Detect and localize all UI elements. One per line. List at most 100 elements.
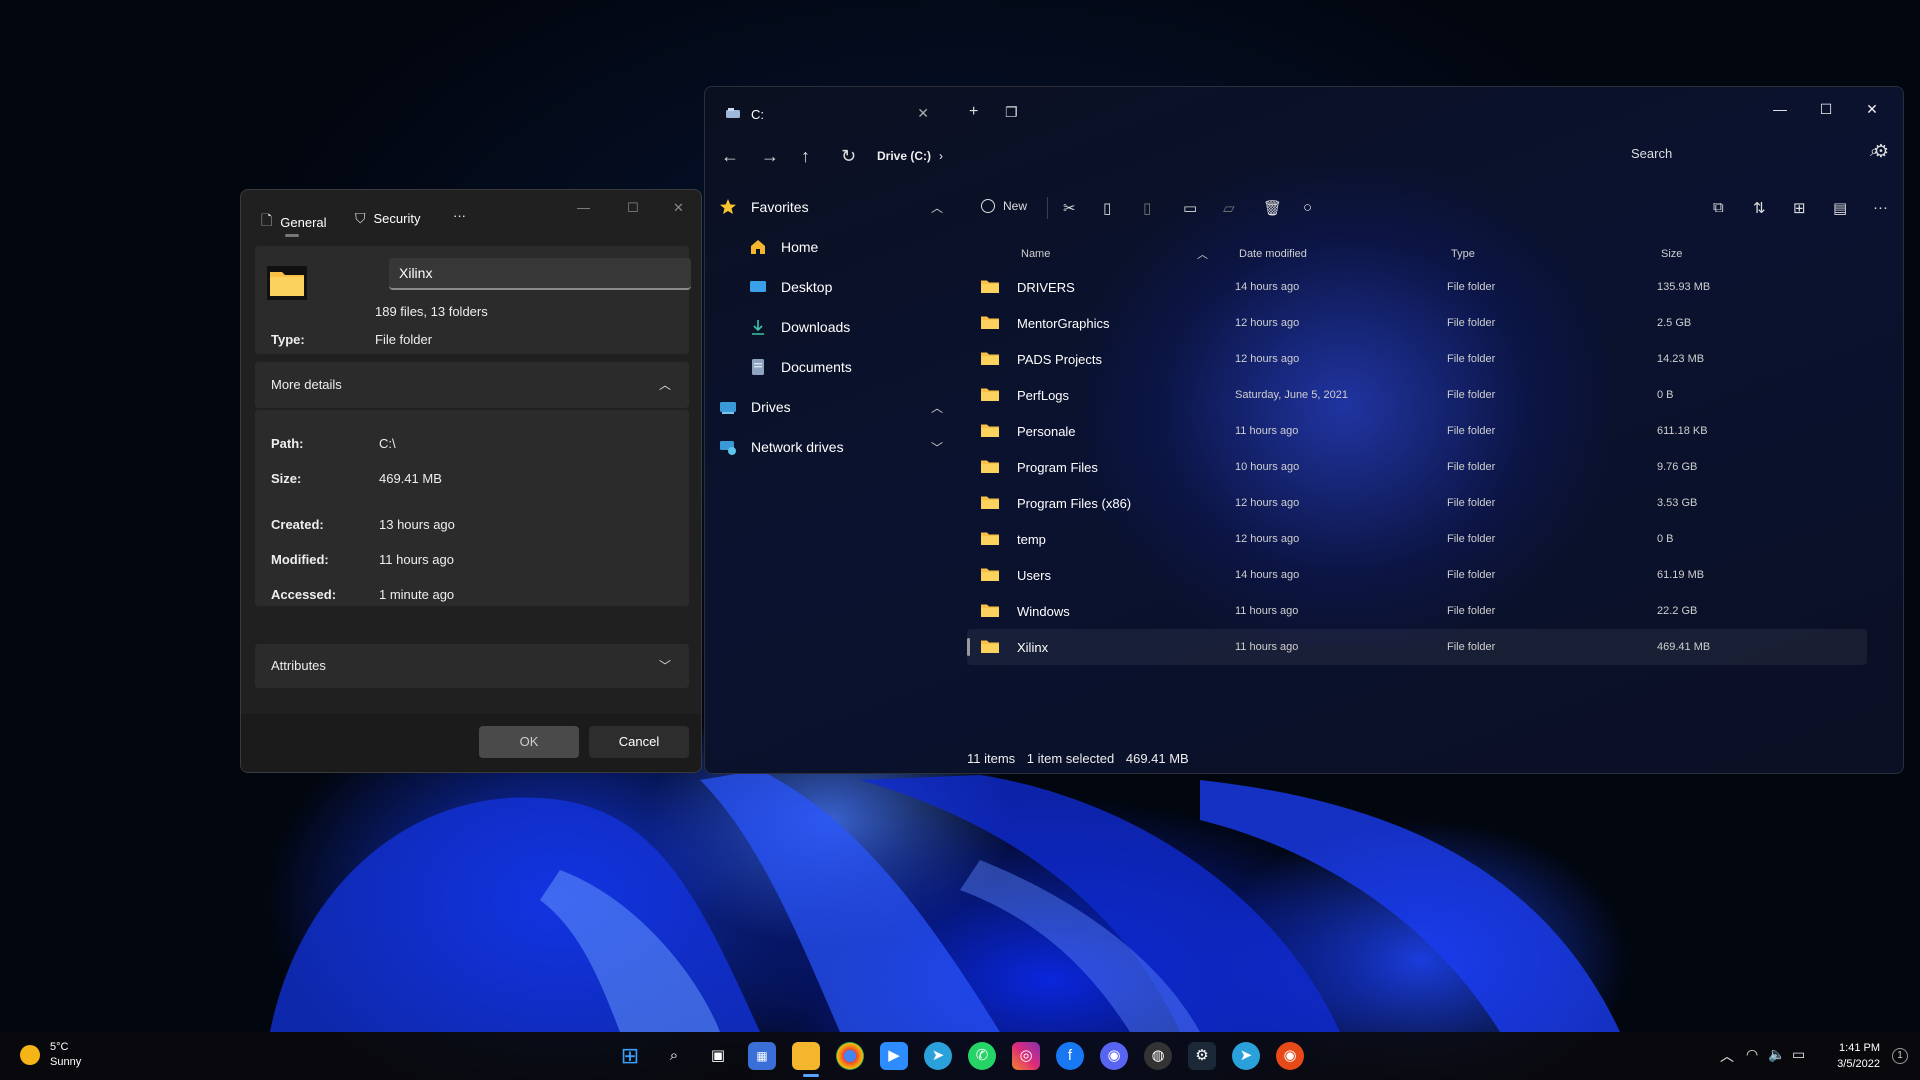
new-tab-icon[interactable]: + — [969, 103, 978, 121]
refresh-icon[interactable]: ↻ — [841, 147, 856, 165]
file-name: Program Files — [1017, 460, 1098, 475]
sidebar-item-downloads[interactable]: Downloads — [705, 307, 957, 347]
telegram-desktop-icon[interactable]: ➤ — [1232, 1042, 1260, 1070]
zoom-icon[interactable]: ▶ — [880, 1042, 908, 1070]
weather-widget[interactable]: 5°C Sunny — [20, 1040, 81, 1070]
folder-name-input[interactable]: Xilinx — [389, 258, 691, 290]
chevron-down-icon[interactable]: ﹀ — [659, 657, 671, 674]
volume-icon[interactable]: 🔈 — [1768, 1046, 1785, 1063]
chevron-up-icon[interactable]: ︿ — [931, 399, 943, 416]
file-row[interactable]: Program Files 10 hours ago File folder 9.76… — [967, 449, 1867, 485]
close-dialog-button[interactable]: ✕ — [673, 200, 684, 216]
tab-switcher-icon[interactable]: ❐ — [1005, 104, 1018, 121]
show-hidden-icons-chevron-icon[interactable]: ︿ — [1720, 1046, 1734, 1066]
maximize-button[interactable]: ☐ — [627, 200, 639, 216]
tab-general[interactable]: 🗋 General — [261, 210, 327, 237]
steam-icon[interactable]: ⚙ — [1188, 1042, 1216, 1070]
file-explorer-icon[interactable] — [792, 1042, 820, 1070]
chevron-up-icon[interactable]: ︿ — [931, 199, 943, 216]
settings-gear-icon[interactable]: ⚙ — [1873, 141, 1889, 162]
forward-arrow-icon[interactable]: → — [761, 147, 779, 165]
chrome-icon[interactable] — [836, 1042, 864, 1070]
attributes-header[interactable]: Attributes ﹀ — [255, 644, 689, 688]
column-header-name[interactable]: Name — [1021, 248, 1050, 260]
obs-icon[interactable]: ◍ — [1144, 1042, 1172, 1070]
whatsapp-icon[interactable]: ✆ — [968, 1042, 996, 1070]
breadcrumb[interactable]: Drive (C:) › — [877, 149, 943, 163]
sidebar-item-network-drives[interactable]: Network drives ﹀ — [705, 427, 957, 467]
telegram-icon[interactable]: ➤ — [924, 1042, 952, 1070]
file-row[interactable]: PADS Projects 12 hours ago File folder 14.2… — [967, 341, 1867, 377]
file-size: 0 B — [1657, 533, 1674, 545]
sort-icon[interactable]: ⇅ — [1753, 199, 1766, 217]
file-row[interactable]: Xilinx 11 hours ago File folder 469.41 MB — [967, 629, 1867, 665]
column-header-date[interactable]: Date modified — [1239, 248, 1307, 260]
rename-icon[interactable]: ▭ — [1183, 199, 1197, 217]
copy-path-icon[interactable]: ⧉ — [1713, 199, 1724, 216]
file-type: File folder — [1447, 461, 1496, 473]
sidebar-item-favorites[interactable]: Favorites ︿ — [705, 187, 957, 227]
file-row[interactable]: temp 12 hours ago File folder 0 B — [967, 521, 1867, 557]
file-row[interactable]: Users 14 hours ago File folder 61.19 MB — [967, 557, 1867, 593]
sun-icon — [20, 1045, 40, 1065]
more-details-header[interactable]: More details ︿ — [255, 362, 689, 408]
up-arrow-icon[interactable]: ↑ — [801, 147, 810, 165]
path-label: Path: — [271, 436, 304, 451]
wifi-icon[interactable]: ◠ — [1746, 1046, 1758, 1063]
sidebar-item-drives[interactable]: Drives ︿ — [705, 387, 957, 427]
file-row[interactable]: PerfLogs Saturday, June 5, 2021 File folde… — [967, 377, 1867, 413]
media-player-icon[interactable]: ◉ — [1276, 1042, 1304, 1070]
contents-summary: 189 files, 13 folders — [375, 304, 488, 319]
file-size: 3.53 GB — [1657, 497, 1698, 509]
layout-icon[interactable]: ▤ — [1833, 199, 1847, 217]
start-button-windows-icon[interactable]: ⊞ — [616, 1042, 644, 1070]
new-button[interactable]: New — [981, 199, 1027, 213]
column-header-row: Name ︿ Date modified Type Size — [967, 239, 1867, 269]
chevron-up-icon[interactable]: ︿ — [659, 376, 671, 393]
more-icon: ··· — [453, 208, 466, 223]
file-row[interactable]: Windows 11 hours ago File folder 22.2 GB — [967, 593, 1867, 629]
accessed-value: 1 minute ago — [379, 587, 455, 602]
notification-badge[interactable]: 1 — [1892, 1048, 1908, 1064]
properties-icon[interactable]: ○ — [1303, 199, 1312, 216]
maximize-button[interactable]: ☐ — [1803, 95, 1849, 123]
cut-icon[interactable]: ✂ — [1063, 199, 1076, 217]
instagram-icon[interactable]: ◎ — [1012, 1042, 1040, 1070]
more-tabs-button[interactable]: ··· — [453, 208, 466, 223]
breadcrumb-drive-c[interactable]: Drive (C:) — [877, 149, 931, 163]
battery-icon[interactable]: ▭ — [1792, 1046, 1805, 1063]
ok-button[interactable]: OK — [479, 726, 579, 758]
facebook-icon[interactable]: f — [1056, 1042, 1084, 1070]
tab-security[interactable]: ⛉ Security — [355, 210, 420, 227]
task-view-icon[interactable]: ▣ — [704, 1042, 732, 1070]
paste-icon[interactable]: ▯ — [1143, 199, 1151, 217]
tab-drive-c[interactable]: C: ✕ — [713, 95, 939, 133]
share-icon[interactable]: ▱ — [1223, 199, 1235, 217]
chevron-down-icon[interactable]: ﹀ — [931, 439, 943, 456]
store-icon[interactable]: ▦ — [748, 1042, 776, 1070]
back-arrow-icon[interactable]: ← — [721, 147, 739, 165]
search-box[interactable]: Search ⌕ — [1619, 139, 1879, 169]
group-icon[interactable]: ⊞ — [1793, 199, 1806, 217]
close-tab-icon[interactable]: ✕ — [917, 105, 929, 122]
system-clock[interactable]: 1:41 PM 3/5/2022 — [1837, 1040, 1880, 1072]
file-row[interactable]: DRIVERS 14 hours ago File folder 135.93 MB — [967, 269, 1867, 305]
more-options-icon[interactable]: ··· — [1873, 199, 1888, 216]
sidebar-item-documents[interactable]: Documents — [705, 347, 957, 387]
sidebar-item-home[interactable]: Home — [705, 227, 957, 267]
column-header-type[interactable]: Type — [1451, 248, 1475, 260]
file-row[interactable]: Program Files (x86) 12 hours ago File fold… — [967, 485, 1867, 521]
file-row[interactable]: Personale 11 hours ago File folder 611.18 K… — [967, 413, 1867, 449]
minimize-button[interactable]: — — [577, 200, 590, 215]
cancel-button[interactable]: Cancel — [589, 726, 689, 758]
copy-icon[interactable]: ▯ — [1103, 199, 1111, 217]
sidebar-item-desktop[interactable]: Desktop — [705, 267, 957, 307]
delete-icon[interactable]: 🗑 — [1263, 199, 1282, 217]
close-window-button[interactable]: ✕ — [1849, 95, 1895, 123]
file-row[interactable]: MentorGraphics 12 hours ago File folder 2.5… — [967, 305, 1867, 341]
discord-icon[interactable]: ◉ — [1100, 1042, 1128, 1070]
minimize-button[interactable]: — — [1757, 95, 1803, 123]
chevron-right-icon: › — [939, 149, 944, 163]
column-header-size[interactable]: Size — [1661, 248, 1682, 260]
search-icon[interactable]: ⌕ — [660, 1042, 688, 1070]
